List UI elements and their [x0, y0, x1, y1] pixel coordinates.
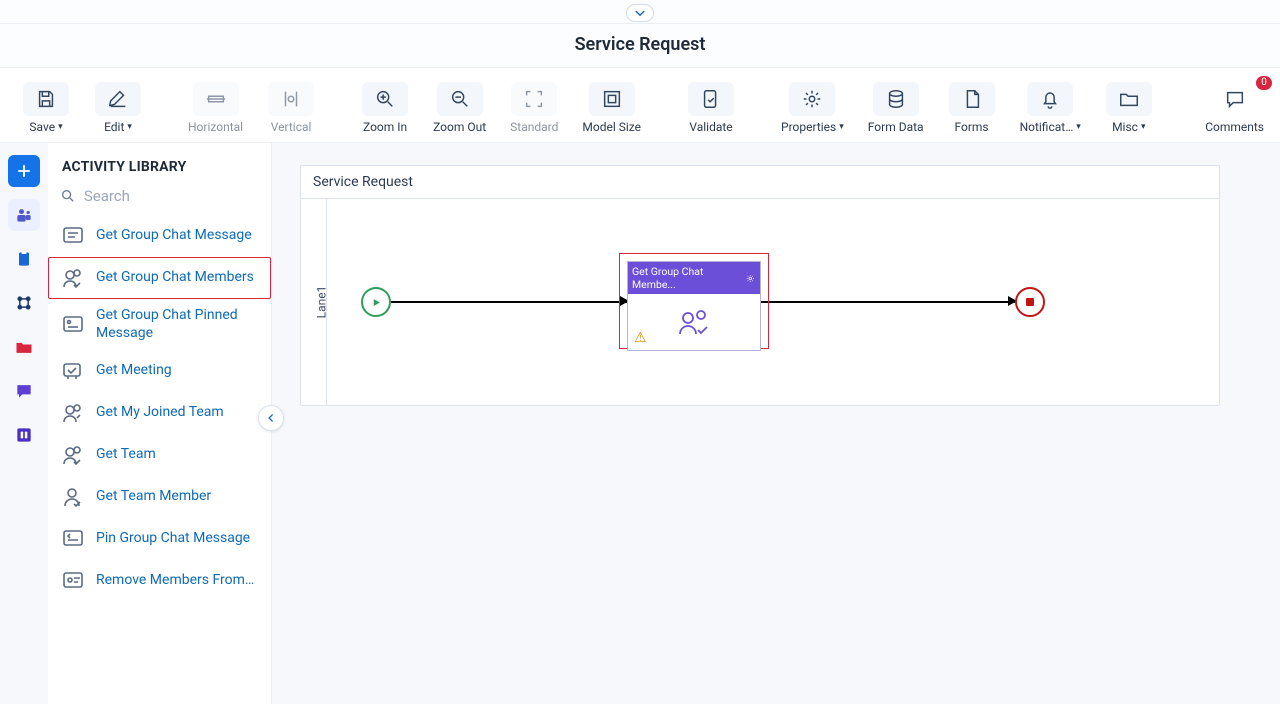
library-item[interactable]: Remove Members From…	[48, 560, 271, 602]
library-item-label: Get Team Member	[96, 488, 211, 506]
database-icon	[885, 88, 907, 110]
start-node[interactable]	[361, 287, 391, 317]
zoom-out-button[interactable]: Zoom Out	[427, 76, 492, 136]
library-item[interactable]: Pin Group Chat Message	[48, 518, 271, 560]
comments-badge: 0	[1256, 76, 1272, 90]
library-item[interactable]: Get Group Chat Members	[48, 257, 271, 299]
library-item-label: Get Group Chat Pinned Message	[96, 307, 259, 342]
activity-library-panel: ACTIVITY LIBRARY Get Group Chat Message G…	[48, 143, 272, 704]
save-icon	[35, 88, 57, 110]
library-item[interactable]: Get Team	[48, 434, 271, 476]
edit-icon	[107, 88, 129, 110]
library-item-label: Get My Joined Team	[96, 404, 224, 422]
align-horizontal-button: Horizontal	[182, 76, 249, 136]
search-icon	[60, 187, 76, 205]
activity-icon	[60, 312, 86, 338]
activity-label: Get Group Chat Membe...	[632, 265, 745, 291]
zoom-out-icon	[449, 88, 471, 110]
activity-icon	[60, 568, 86, 594]
activity-search-input[interactable]	[84, 187, 259, 205]
library-item[interactable]: Get My Joined Team	[48, 392, 271, 434]
folder-icon	[1118, 88, 1140, 110]
activity-icon	[60, 442, 86, 468]
zoom-in-button[interactable]: Zoom In	[355, 76, 415, 136]
body: ACTIVITY LIBRARY Get Group Chat Message G…	[0, 143, 1280, 704]
edit-button[interactable]: Edit▾	[88, 76, 148, 136]
lane: Lane1 Get Group Chat Membe...	[301, 199, 1219, 405]
properties-button[interactable]: Properties▾	[775, 76, 850, 136]
activity-library-title: ACTIVITY LIBRARY	[48, 143, 271, 183]
play-icon	[371, 297, 382, 308]
titlebar	[0, 0, 1280, 24]
edge-start-to-activity	[391, 301, 627, 303]
activity-icon	[60, 400, 86, 426]
process-name[interactable]: Service Request	[301, 166, 1219, 199]
align-vertical-button: Vertical	[261, 76, 321, 136]
fit-model-icon	[601, 88, 623, 110]
collapse-panel-button[interactable]	[258, 405, 284, 431]
bell-icon	[1039, 88, 1061, 110]
members-icon	[674, 305, 714, 339]
activity-icon	[60, 526, 86, 552]
document-icon	[961, 88, 983, 110]
zoom-in-icon	[374, 88, 396, 110]
library-item[interactable]: Get Group Chat Pinned Message	[48, 299, 271, 350]
activity-icon	[60, 223, 86, 249]
teams-tab[interactable]	[8, 199, 40, 231]
comment-icon	[1224, 88, 1246, 110]
page-title: Service Request	[0, 24, 1280, 68]
activity-icon	[60, 484, 86, 510]
library-item-label: Get Team	[96, 446, 156, 464]
lane-content[interactable]: Get Group Chat Membe... ⚠	[327, 199, 1219, 405]
process-canvas: Service Request Lane1 Get Group Chat Mem…	[300, 165, 1220, 406]
validate-button[interactable]: Validate	[681, 76, 741, 136]
misc-button[interactable]: Misc▾	[1099, 76, 1159, 136]
fit-standard-button: Standard	[504, 76, 564, 136]
notifications-button[interactable]: Notificat…▾	[1014, 76, 1087, 136]
library-item-label: Remove Members From…	[96, 572, 254, 590]
form-data-button[interactable]: Form Data	[862, 76, 930, 136]
forms-button[interactable]: Forms	[942, 76, 1002, 136]
left-icon-strip	[0, 143, 48, 704]
integrations-tab[interactable]	[8, 287, 40, 319]
validate-icon	[700, 88, 722, 110]
activity-icon	[60, 358, 86, 384]
fit-standard-icon	[523, 88, 545, 110]
align-h-icon	[205, 88, 227, 110]
library-item[interactable]: Get Meeting	[48, 350, 271, 392]
library-item-label: Get Group Chat Members	[96, 269, 254, 287]
comments-button[interactable]: 0 Comments	[1199, 76, 1270, 136]
canvas-area[interactable]: Service Request Lane1 Get Group Chat Mem…	[272, 143, 1280, 704]
layout-tab[interactable]	[8, 419, 40, 451]
chat-tab[interactable]	[8, 375, 40, 407]
clipboard-tab[interactable]	[8, 243, 40, 275]
add-button[interactable]	[8, 155, 40, 187]
lane-label[interactable]: Lane1	[301, 199, 327, 405]
end-node[interactable]	[1015, 287, 1045, 317]
save-button[interactable]: Save▾	[16, 76, 76, 136]
library-item-label: Get Meeting	[96, 362, 172, 380]
edge-activity-to-end	[761, 301, 1015, 303]
files-tab[interactable]	[8, 331, 40, 363]
gear-icon[interactable]	[745, 273, 756, 284]
align-v-icon	[280, 88, 302, 110]
fit-model-button[interactable]: Model Size	[576, 76, 647, 136]
activity-search[interactable]	[48, 183, 271, 215]
library-item[interactable]: Get Team Member	[48, 476, 271, 518]
toolbar: Save▾ Edit▾ Horizontal Vertical Zoom In …	[0, 68, 1280, 143]
warning-icon: ⚠	[634, 330, 647, 346]
library-item[interactable]: Get Group Chat Message	[48, 215, 271, 257]
library-item-label: Pin Group Chat Message	[96, 530, 250, 548]
expand-header-button[interactable]	[626, 4, 654, 22]
activity-node[interactable]: Get Group Chat Membe... ⚠	[627, 261, 761, 351]
library-item-label: Get Group Chat Message	[96, 227, 252, 245]
gear-icon	[801, 88, 823, 110]
activity-icon	[60, 265, 86, 291]
